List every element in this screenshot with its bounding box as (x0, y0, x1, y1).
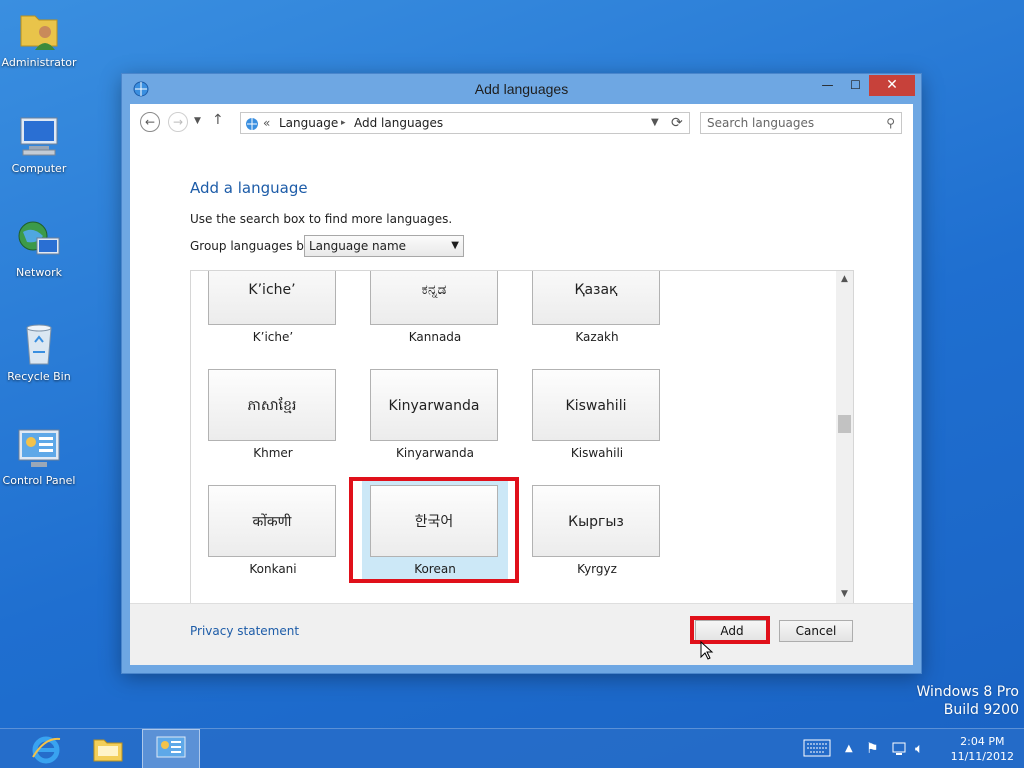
language-name: Khmer (253, 446, 293, 460)
forward-button[interactable]: → (168, 112, 188, 132)
search-languages-input[interactable]: Search languages ⚲ (700, 112, 902, 134)
taskbar-internet-explorer[interactable] (18, 729, 76, 768)
address-bar[interactable]: « Language ▸ Add languages ▼ ⟳ (240, 112, 690, 134)
clock-date: 11/11/2012 (950, 750, 1014, 763)
group-by-select[interactable]: Language name ▼ (304, 235, 464, 257)
language-native-name: ಕನ್ನಡ (370, 271, 498, 325)
breadcrumb-overflow[interactable]: « (263, 113, 270, 133)
language-native-name: Кыргыз (532, 485, 660, 557)
add-button-highlight (690, 616, 770, 644)
breadcrumb-separator[interactable]: ▸ (341, 113, 346, 133)
language-tile-khmer[interactable]: ភាសាខ្មែរ Khmer (200, 369, 346, 469)
watermark-build: Build 9200 (943, 702, 1019, 718)
maximize-button[interactable]: ☐ (842, 75, 869, 96)
language-native-name: Kinyarwanda (370, 369, 498, 441)
language-name: Kiswahili (570, 446, 624, 460)
action-center-flag-icon[interactable]: ⚑ (866, 741, 879, 757)
language-name: K’iche’ (252, 330, 294, 344)
up-button[interactable]: ↑ (212, 112, 224, 128)
scrollbar-thumb[interactable] (838, 415, 851, 433)
language-tile-kyrgyz[interactable]: Кыргыз Kyrgyz (524, 485, 670, 585)
language-native-name: कोंकणी (208, 485, 336, 557)
user-folder-icon (15, 6, 63, 54)
search-placeholder: Search languages (707, 116, 815, 130)
window-client-area: ← → ▼ ↑ « Language ▸ Add languages ▼ ⟳ S… (130, 104, 913, 665)
language-name: Kannada (408, 330, 462, 344)
desktop-icon-label: Control Panel (2, 474, 76, 487)
language-name: Kyrgyz (577, 562, 617, 576)
language-tile-konkani[interactable]: कोंकणी Konkani (200, 485, 346, 585)
language-name: Konkani (249, 562, 297, 576)
privacy-statement-link[interactable]: Privacy statement (190, 624, 299, 638)
taskbar-control-panel[interactable] (142, 729, 200, 768)
desktop-icon-computer[interactable]: Computer (0, 112, 78, 175)
close-button[interactable]: ✕ (869, 75, 915, 96)
language-native-name: Қазақ (532, 271, 660, 325)
add-languages-window: ← → ▼ ↑ « Language ▸ Add languages ▼ ⟳ S… (122, 74, 921, 673)
language-name: Kazakh (575, 330, 619, 344)
language-native-name: Kiswahili (532, 369, 660, 441)
language-tile-kazakh[interactable]: Қазақ Kazakh (524, 271, 670, 353)
language-tile-kannada[interactable]: ಕನ್ನಡ Kannada (362, 271, 508, 353)
language-globe-icon (244, 116, 260, 138)
computer-icon (15, 112, 63, 160)
refresh-icon[interactable]: ⟳ (671, 113, 683, 133)
mouse-cursor-icon (700, 640, 714, 664)
group-by-label: Group languages by: (190, 239, 315, 253)
language-list-scrollbar[interactable]: ▲ ▼ (836, 271, 853, 603)
chevron-down-icon: ▼ (451, 240, 459, 251)
breadcrumb-language[interactable]: Language (279, 113, 338, 133)
language-tile-kinyarwanda[interactable]: Kinyarwanda Kinyarwanda (362, 369, 508, 469)
internet-explorer-icon (30, 733, 62, 768)
desktop-icon-recycle-bin[interactable]: Recycle Bin (0, 320, 78, 383)
navigation-bar: ← → ▼ ↑ « Language ▸ Add languages ▼ ⟳ S… (140, 112, 903, 134)
desktop-icon-administrator[interactable]: Administrator (0, 6, 78, 69)
volume-icon[interactable]: 🔈︎ (915, 741, 923, 757)
watermark-edition: Windows 8 Pro (916, 684, 1019, 700)
language-native-name: K’iche’ (208, 271, 336, 325)
language-tile-kiswahili[interactable]: Kiswahili Kiswahili (524, 369, 670, 469)
group-by-value: Language name (309, 239, 407, 253)
language-native-name: ភាសាខ្មែរ (208, 369, 336, 441)
scroll-down-arrow-icon[interactable]: ▼ (836, 586, 853, 603)
recent-locations-dropdown[interactable]: ▼ (194, 116, 201, 126)
clock-time: 2:04 PM (960, 735, 1005, 748)
show-hidden-icons-icon[interactable]: ▲ (845, 743, 853, 754)
help-text: Use the search box to find more language… (190, 212, 453, 226)
desktop-icon-label: Computer (11, 162, 67, 175)
minimize-button[interactable]: — (814, 75, 841, 96)
desktop-icon-label: Recycle Bin (7, 370, 71, 383)
search-icon[interactable]: ⚲ (886, 113, 895, 133)
desktop-icon-network[interactable]: Network (0, 216, 78, 279)
address-dropdown-icon[interactable]: ▼ (651, 113, 659, 133)
windows-watermark: Windows 8 Pro Build 9200 (916, 684, 1019, 718)
desktop-icon-label: Network (16, 266, 62, 279)
page-title: Add a language (190, 179, 308, 197)
cancel-button[interactable]: Cancel (779, 620, 853, 642)
scroll-up-arrow-icon[interactable]: ▲ (836, 271, 853, 288)
breadcrumb-add-languages[interactable]: Add languages (354, 113, 443, 133)
desktop-icon-label: Administrator (1, 56, 77, 69)
window-titlebar[interactable]: Add languages — ☐ ✕ (122, 74, 921, 104)
touch-keyboard-icon[interactable] (803, 739, 831, 761)
language-list[interactable]: K’iche’ K’iche’ ಕನ್ನಡ Kannada Қазақ Kaza… (190, 270, 854, 604)
network-status-icon[interactable] (891, 741, 907, 761)
taskbar-file-explorer[interactable] (80, 729, 138, 768)
desktop-icon-control-panel[interactable]: Control Panel (0, 424, 78, 487)
dialog-footer: Privacy statement Add Cancel (130, 603, 913, 665)
back-button[interactable]: ← (140, 112, 160, 132)
system-clock[interactable]: 2:04 PM 11/11/2012 (951, 734, 1014, 764)
recycle-bin-icon (15, 320, 63, 368)
language-name: Kinyarwanda (396, 446, 474, 460)
taskbar: ▲ ⚑ 🔈︎ 2:04 PM 11/11/2012 (0, 728, 1024, 768)
control-panel-icon (155, 735, 187, 766)
network-icon (15, 216, 63, 264)
korean-selection-highlight (349, 477, 519, 583)
language-tile-kiche[interactable]: K’iche’ K’iche’ (200, 271, 346, 353)
control-panel-icon (15, 424, 63, 472)
window-title: Add languages (474, 81, 569, 97)
folder-icon (92, 734, 124, 767)
